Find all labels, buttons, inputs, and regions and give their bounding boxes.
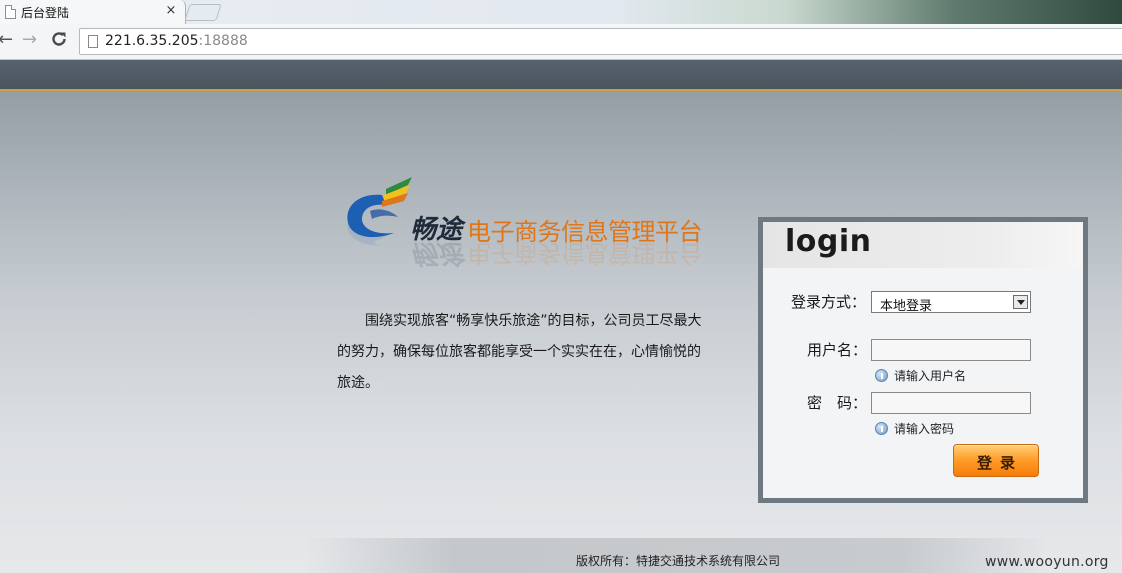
tab-title: 后台登陆 [21,6,70,20]
browser-tab-strip: 后台登陆 × [0,0,1122,24]
watermark-text: www.wooyun.org [985,554,1109,570]
browser-toolbar: ← → 221.6.35.205:18888 [0,24,1122,60]
login-panel-body: login 登录方式： 本地登录 用户名： 请输入用户名 密 码： 请输入密码 … [763,222,1083,498]
reload-icon[interactable] [50,30,68,52]
login-header: login [763,222,1083,268]
login-submit-label: 登录 [976,454,1023,472]
login-submit-button[interactable]: 登录 [953,444,1039,477]
chevron-down-icon[interactable] [1013,295,1028,309]
login-page: 畅途 畅途 电子商务信息管理平台 电子商务信息管理平台 围绕实现旅客“畅享快乐旅… [0,60,1122,573]
login-mode-label: 登录方式： [791,293,867,311]
login-title: login [785,224,872,259]
login-mode-select[interactable]: 本地登录 [871,291,1031,314]
browser-tab[interactable]: 后台登陆 × [0,0,186,24]
password-hint: 请输入密码 [875,420,954,437]
page-header-bar [0,60,1122,91]
login-panel: login 登录方式： 本地登录 用户名： 请输入用户名 密 码： 请输入密码 … [758,217,1088,503]
back-arrow-icon[interactable]: ← [0,30,13,50]
logo-subtitle-reflection: 电子商务信息管理平台 [467,239,702,267]
intro-paragraph: 围绕实现旅客“畅享快乐旅途”的目标，公司员工尽最大的努力，确保每位旅客都能享受一… [337,313,702,391]
close-icon[interactable]: × [164,3,178,18]
company-logo: 畅途 畅途 电子商务信息管理平台 电子商务信息管理平台 [342,175,712,270]
username-input[interactable] [871,339,1031,361]
password-input[interactable] [871,392,1031,414]
page-icon [88,35,98,48]
password-label: 密 码： [807,394,868,412]
page-icon [5,5,16,19]
username-hint: 请输入用户名 [875,367,966,384]
info-icon [875,369,888,382]
url-text: 221.6.35.205:18888 [105,33,248,49]
username-label: 用户名： [807,341,868,359]
copyright-text: 版权所有：特捷交通技术系统有限公司 [576,554,781,568]
new-tab-button[interactable] [184,4,222,21]
forward-arrow-icon[interactable]: → [22,30,37,50]
login-mode-value: 本地登录 [880,299,933,314]
address-bar[interactable]: 221.6.35.205:18888 [79,28,1122,55]
logo-brand-reflection: 畅途 [410,238,463,268]
info-icon [875,422,888,435]
